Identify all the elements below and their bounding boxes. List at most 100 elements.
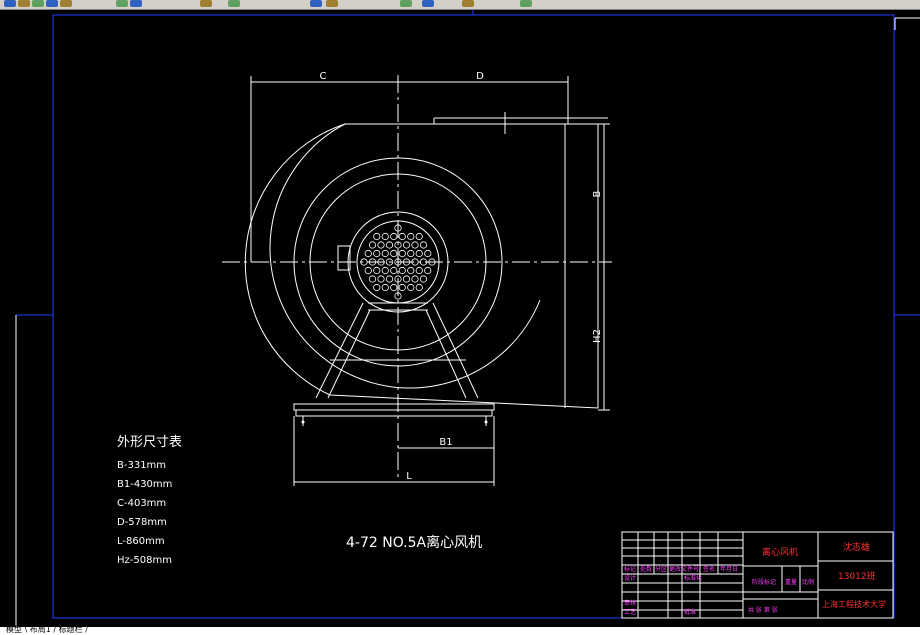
hub-hole (381, 232, 389, 241)
hub-hole (381, 283, 389, 292)
grid-icon[interactable] (326, 0, 338, 7)
stand-leg-right-inner (425, 309, 467, 399)
tb-header: 处数 (640, 565, 652, 573)
zoom-window-icon[interactable] (60, 0, 72, 7)
hub-hole (390, 232, 398, 241)
tb-part-name: 离心风机 (762, 546, 798, 558)
dim-table-row: C-403mm (117, 498, 166, 509)
hub-hole (424, 266, 432, 275)
hub-hole (390, 266, 398, 275)
hub-hole (415, 232, 423, 241)
tb-code: 13012班 (838, 570, 876, 582)
dimension-icon[interactable] (228, 0, 240, 7)
tb-approve: 批准 (684, 608, 696, 616)
zoom-prev-icon[interactable] (310, 0, 322, 7)
tb-owner: 沈志雄 (843, 541, 870, 553)
base-plate (293, 403, 495, 411)
hub-hole (415, 266, 423, 275)
hub-hole (368, 241, 377, 249)
dim-table-title: 外形尺寸表 (117, 435, 182, 450)
redo-icon[interactable] (18, 0, 30, 7)
tb-header: 更改文件号 (669, 565, 699, 573)
dim-h2-label: H2 (592, 329, 603, 343)
hub-hole (398, 283, 406, 292)
hub-hole (373, 232, 381, 241)
drawing-frame (52, 14, 895, 619)
dim-b1-label: B1 (439, 437, 452, 448)
tb-review: 审核 (624, 599, 636, 607)
stand-leg-left-outer (315, 302, 364, 399)
hub-hole (373, 249, 381, 258)
ortho-icon[interactable] (422, 0, 434, 7)
hub-hole (377, 241, 385, 249)
dim-l-label: L (406, 471, 412, 482)
zoom-icon[interactable] (46, 0, 58, 7)
hub-hole (385, 275, 394, 283)
hub-hole (407, 283, 415, 292)
layer-icon[interactable] (130, 0, 142, 7)
table-icon[interactable] (462, 0, 474, 7)
hub-hole (407, 266, 415, 275)
hub-hole (402, 275, 411, 283)
pan-icon[interactable] (32, 0, 44, 7)
hub-hole (407, 232, 415, 241)
tb-header: 年月日 (720, 565, 738, 573)
hub-hole (411, 275, 419, 283)
tb-design: 设计 (624, 574, 636, 582)
hub-hole (377, 275, 385, 283)
snap-icon[interactable] (400, 0, 412, 7)
match-icon[interactable] (200, 0, 212, 7)
hub-hole (364, 266, 372, 275)
layout-tabs[interactable]: 模型 \ 布局1 / 标题栏 / (6, 626, 88, 634)
tb-header: 分区 (655, 565, 667, 573)
tb-weight: 重量 (785, 578, 797, 586)
cad-drawing: C D B H2 B1 L 外形尺寸表 B-331mm B1-430mm C-4… (15, 10, 920, 627)
hub-hole (398, 249, 406, 258)
hub-hole (368, 275, 377, 283)
hub-hole (415, 249, 423, 258)
help-icon[interactable] (520, 0, 532, 7)
hub-hole (419, 241, 428, 249)
stand-leg-right-outer (432, 302, 479, 399)
drawing-caption: 4-72 NO.5A离心风机 (346, 534, 482, 551)
dim-table-row: B-331mm (117, 460, 166, 471)
hub-hole (390, 283, 398, 292)
tb-header: 标记 (624, 565, 636, 573)
tb-scale: 比例 (802, 578, 814, 586)
hub-hole (411, 241, 419, 249)
dim-b-label: B (592, 190, 603, 197)
hub-hole (364, 249, 372, 258)
dim-c-label: C (320, 71, 327, 82)
volute-casing (244, 123, 599, 409)
hub-hole (385, 241, 394, 249)
tb-stage: 阶段标记 (752, 578, 776, 586)
tb-process: 工艺 (624, 608, 636, 616)
hub-hole (407, 249, 415, 258)
hub-hole (381, 266, 389, 275)
toolbar (0, 0, 920, 10)
tb-school: 上海工程技术大学 (822, 599, 886, 609)
anchor-hole-right (484, 420, 488, 424)
hub-hole (373, 266, 381, 275)
hub-hole (424, 249, 432, 258)
dim-table-row: B1-430mm (117, 479, 172, 490)
tb-header: 签名 (703, 565, 715, 573)
anchor-hole-left (301, 420, 305, 424)
undo-icon[interactable] (4, 0, 16, 7)
tb-sheets: 共 张 第 张 (748, 606, 778, 614)
hub-hole (419, 275, 428, 283)
hub-hole (398, 232, 406, 241)
base-foot (295, 409, 493, 417)
dim-table-row: D-578mm (117, 517, 167, 528)
layout-tabs-bar[interactable]: 模型 \ 布局1 / 标题栏 / (0, 626, 920, 635)
dim-table-row: L-860mm (117, 536, 165, 547)
hub-hole (390, 249, 398, 258)
hub-hole (373, 283, 381, 292)
hub-hole (415, 283, 423, 292)
dim-d-label: D (476, 71, 484, 82)
properties-icon[interactable] (116, 0, 128, 7)
drawing-canvas[interactable]: C D B H2 B1 L 外形尺寸表 B-331mm B1-430mm C-4… (0, 10, 920, 627)
dim-table-row: Hz-508mm (117, 555, 172, 566)
hub-hole (398, 266, 406, 275)
tb-standard: 标准化 (684, 574, 702, 582)
